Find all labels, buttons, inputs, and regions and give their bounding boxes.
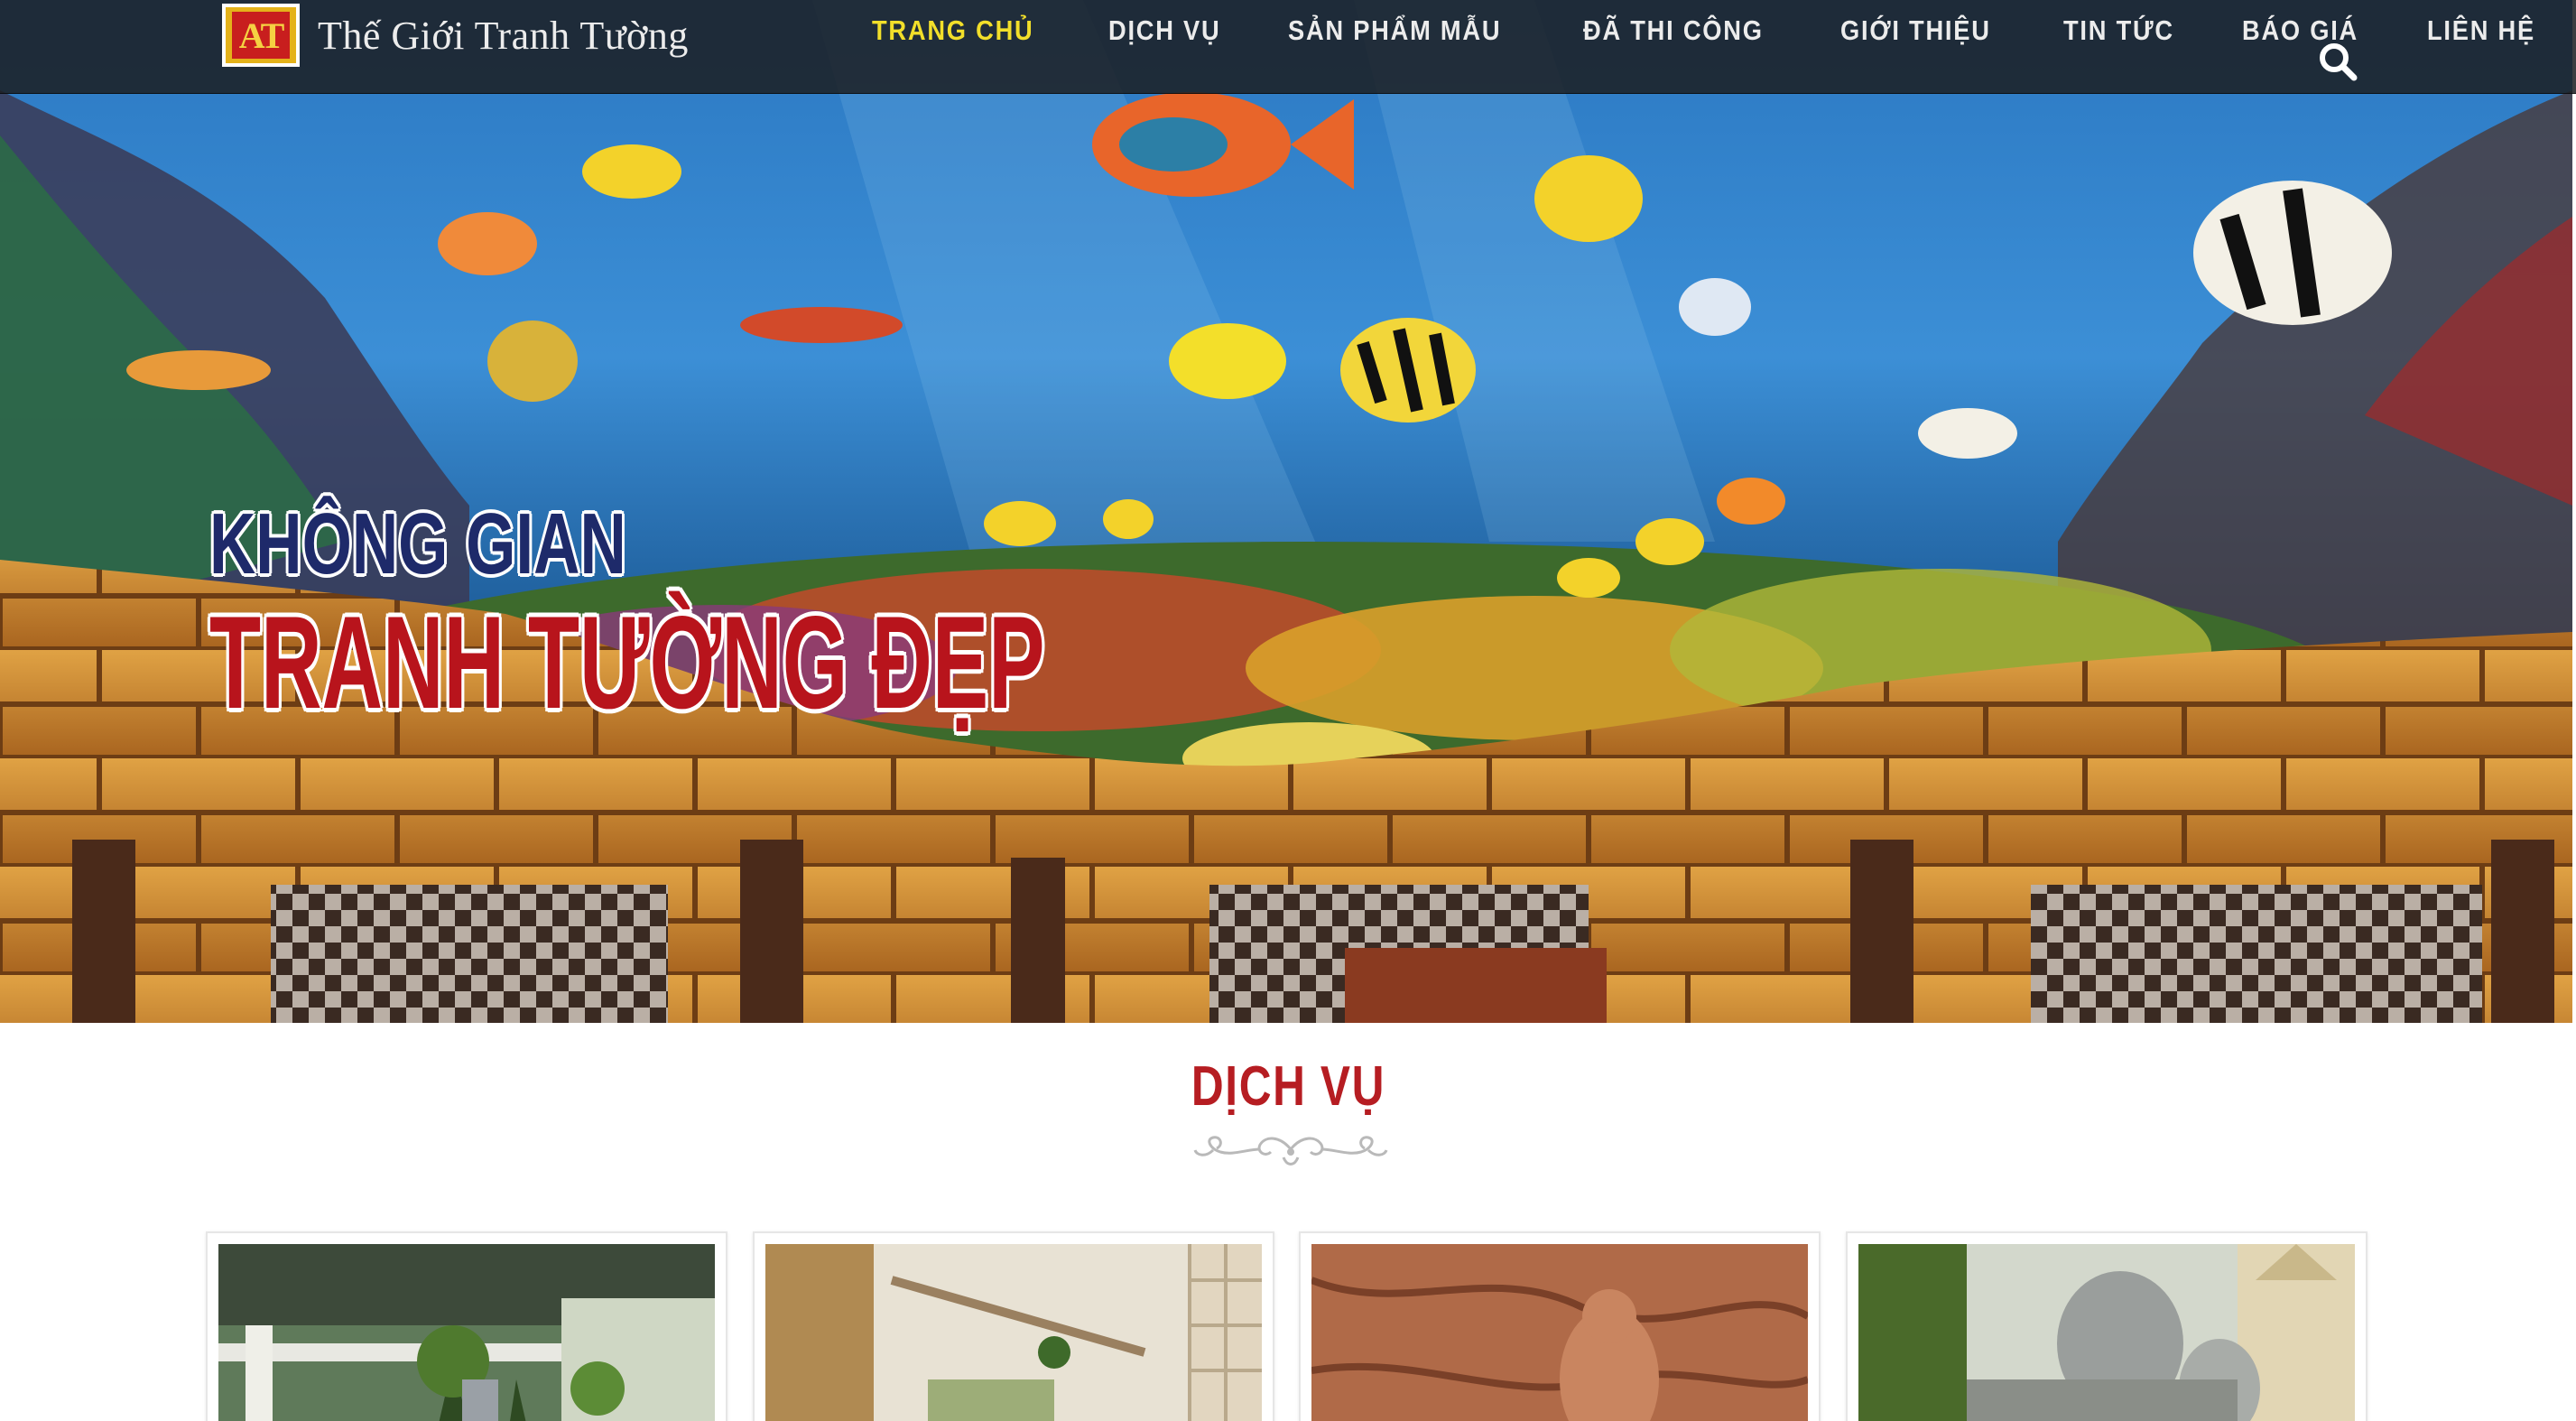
- service-card-rock-garden[interactable]: [1846, 1231, 2368, 1421]
- hero-headline-line2: TRANH TƯỜNG ĐẸP: [209, 589, 1045, 736]
- hero-banner: KHÔNG GIAN TRANH TƯỜNG ĐẸP: [0, 0, 2572, 1023]
- service-card-relief[interactable]: [1299, 1231, 1821, 1421]
- services-section-title: DỊCH VỤ: [0, 1054, 2576, 1119]
- nav-item-lien-he[interactable]: LIÊN HỆ: [2427, 14, 2535, 47]
- service-card-image: [765, 1244, 1262, 1421]
- nav-item-gioi-thieu[interactable]: GIỚI THIỆU: [1840, 14, 1991, 47]
- logo-mark-letters: AT: [232, 12, 290, 59]
- search-icon: [2320, 43, 2358, 81]
- service-card-garden[interactable]: [206, 1231, 727, 1421]
- nav-item-da-thi-cong[interactable]: ĐÃ THI CÔNG: [1583, 14, 1764, 47]
- nav-item-san-pham-mau[interactable]: SẢN PHẨM MẪU: [1288, 14, 1501, 47]
- service-card-image: [1311, 1244, 1808, 1421]
- service-card-image: [218, 1244, 715, 1421]
- nav-item-dich-vu[interactable]: DỊCH VỤ: [1108, 14, 1220, 47]
- site-logo[interactable]: AT Thế Giới Tranh Tường: [222, 4, 689, 67]
- nav-item-trang-chu[interactable]: TRANG CHỦ: [872, 14, 1034, 47]
- services-grid: [206, 1231, 2372, 1421]
- service-card-image: [1858, 1244, 2355, 1421]
- search-button[interactable]: [2316, 40, 2359, 83]
- service-card-stairway[interactable]: [753, 1231, 1274, 1421]
- services-title-text: DỊCH VỤ: [1191, 1055, 1385, 1118]
- logo-text: Thế Giới Tranh Tường: [318, 13, 689, 58]
- nav-item-tin-tuc[interactable]: TIN TỨC: [2063, 14, 2174, 47]
- hero-headline: KHÔNG GIAN TRANH TƯỜNG ĐẸP: [209, 495, 1515, 738]
- logo-mark-icon: AT: [222, 4, 300, 67]
- site-header: AT Thế Giới Tranh Tường TRANG CHỦ DỊCH V…: [0, 0, 2576, 94]
- flourish-divider-icon: [1193, 1136, 1388, 1166]
- hero-headline-line1: KHÔNG GIAN: [209, 496, 626, 592]
